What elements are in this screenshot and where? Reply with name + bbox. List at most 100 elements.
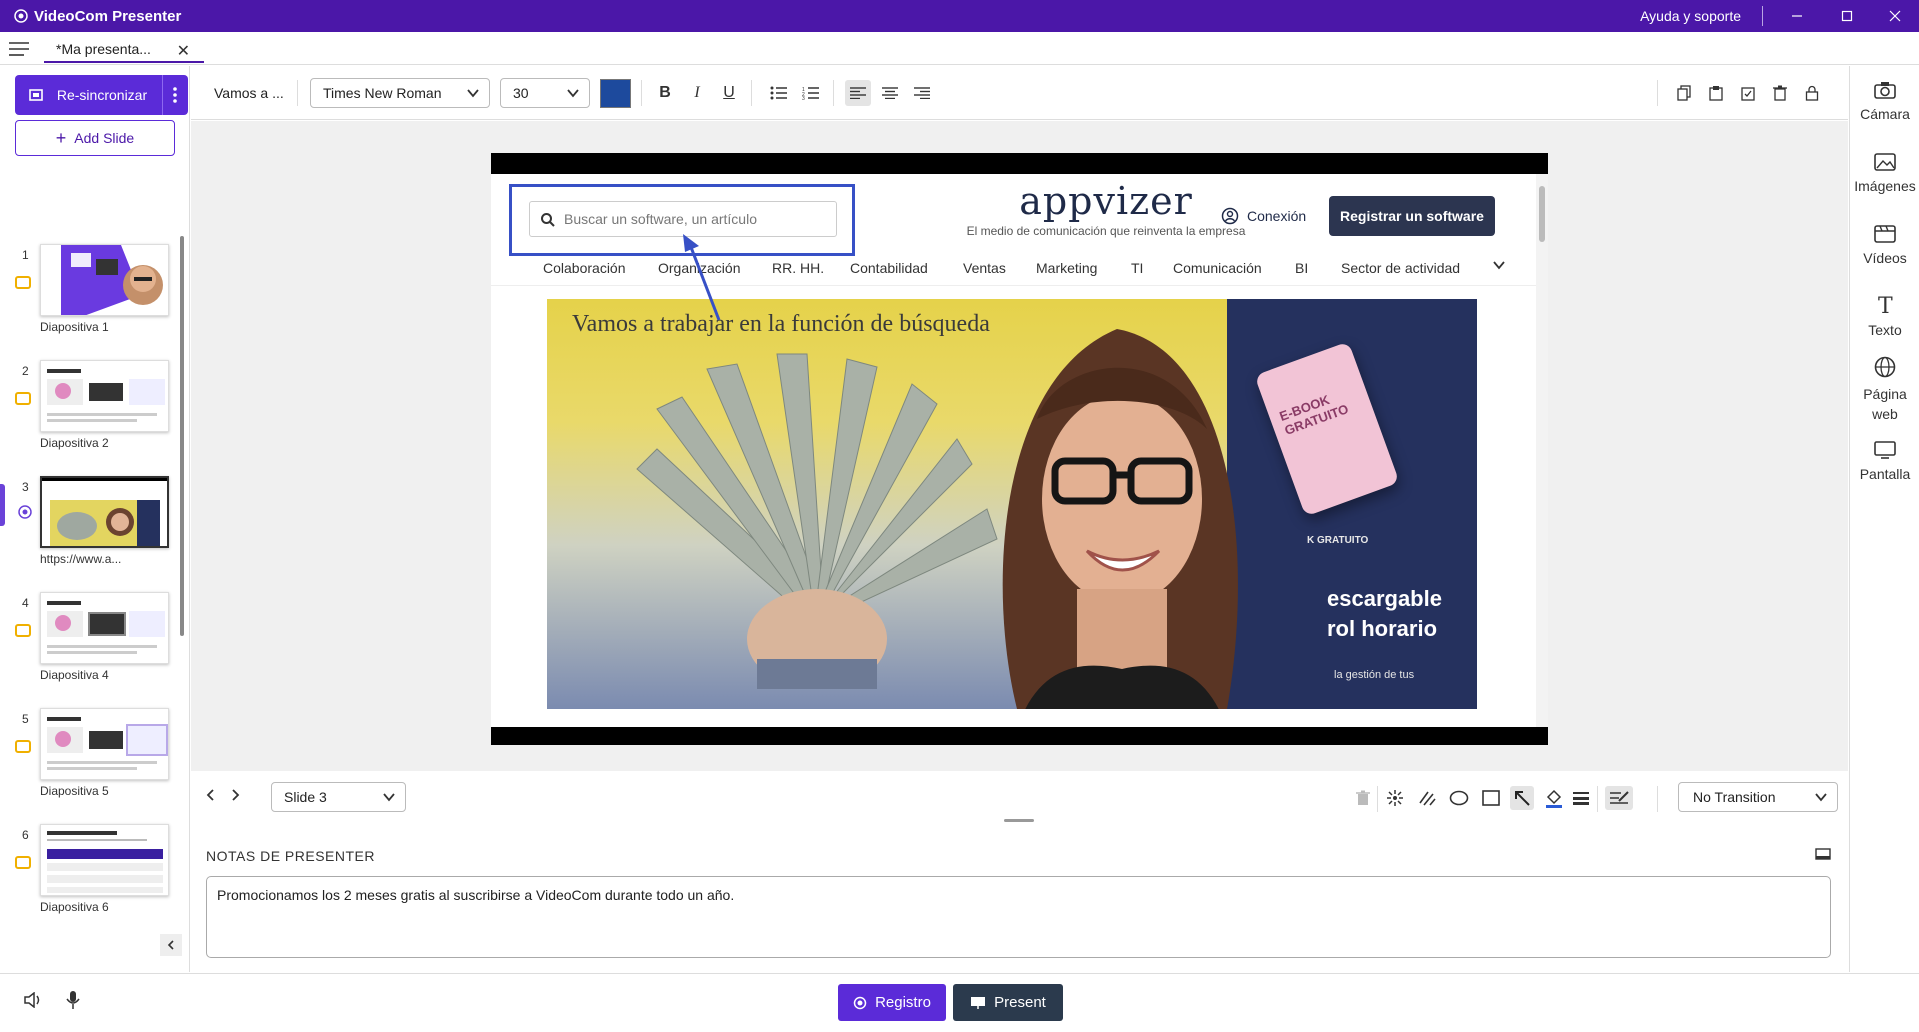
ellipse-tool[interactable] <box>1447 786 1471 810</box>
paste-button[interactable] <box>1703 80 1729 106</box>
nav-item[interactable]: Colaboración <box>543 260 626 276</box>
lock-button[interactable] <box>1799 80 1825 106</box>
login-label: Conexión <box>1247 208 1307 224</box>
slide-thumbnail-2[interactable]: 2 Diapositiva 2 <box>0 360 182 472</box>
slide-thumbnail-6[interactable]: 6 Diapositiva 6 <box>0 824 182 920</box>
nav-item[interactable]: RR. HH. <box>772 260 824 276</box>
paste-icon <box>1709 86 1723 101</box>
app-logo-icon <box>14 9 28 23</box>
notes-textarea[interactable]: Promocionamos los 2 meses gratis al susc… <box>206 876 1831 958</box>
camera-item[interactable]: Cámara <box>1850 80 1919 122</box>
slide-thumbnail-1[interactable]: 1 Diapositiva 1 <box>0 244 182 356</box>
slide-name: Diapositiva 4 <box>40 668 109 682</box>
annotation-arrow[interactable] <box>681 234 741 324</box>
webpage-scroll-thumb[interactable] <box>1539 186 1545 242</box>
previous-slide-icon[interactable] <box>205 788 215 802</box>
slide-name: Diapositiva 6 <box>40 900 109 914</box>
fill-color-tool[interactable] <box>1542 786 1566 810</box>
font-size-select[interactable]: 30 <box>500 78 590 108</box>
presenter-notes: NOTAS DE PRESENTER Promocionamos los 2 m… <box>191 830 1848 972</box>
rectangle-tool[interactable] <box>1479 786 1503 810</box>
login-link[interactable]: Conexión <box>1221 207 1306 225</box>
more-options-icon[interactable] <box>168 85 182 105</box>
webpage-slide-icon <box>18 505 32 519</box>
maximize-button[interactable] <box>1823 0 1871 32</box>
camera-icon <box>1874 82 1896 99</box>
svg-text:3: 3 <box>802 96 805 100</box>
collapse-sidebar-button[interactable] <box>160 934 182 956</box>
nav-item[interactable]: Sector de actividad <box>1341 260 1460 276</box>
next-slide-icon[interactable] <box>231 788 241 802</box>
text-item[interactable]: T Texto <box>1850 294 1919 338</box>
speaker-icon[interactable] <box>24 992 42 1008</box>
chevron-down-icon[interactable] <box>1493 260 1505 270</box>
underline-button[interactable]: U <box>716 80 742 106</box>
slide-select[interactable]: Slide 3 <box>271 782 406 812</box>
help-support-link[interactable]: Ayuda y soporte <box>1640 8 1741 24</box>
present-button[interactable]: Present <box>953 984 1063 1021</box>
close-tab-icon[interactable]: ✕ <box>177 41 190 61</box>
hamburger-menu-icon[interactable] <box>8 40 30 58</box>
maximize-icon <box>1841 10 1853 22</box>
arrow-tool[interactable] <box>1510 786 1534 810</box>
slide-list-scrollbar[interactable] <box>180 236 184 636</box>
microphone-icon[interactable] <box>66 990 80 1010</box>
align-left-button[interactable] <box>845 80 871 106</box>
bold-button[interactable]: B <box>652 80 678 106</box>
slide-canvas[interactable]: Buscar un software, un artículo appvizer… <box>491 153 1548 745</box>
tab-presentation[interactable]: *Ma presenta... ✕ <box>44 36 204 63</box>
add-slide-button[interactable]: + Add Slide <box>15 120 175 156</box>
freehand-tool[interactable] <box>1415 786 1439 810</box>
nav-item[interactable]: TI <box>1131 260 1143 276</box>
nav-item[interactable]: Contabilidad <box>850 260 928 276</box>
record-label: Registro <box>875 994 931 1011</box>
resize-handle[interactable] <box>1004 819 1034 822</box>
hero-title[interactable]: Vamos a trabajar en la función de búsque… <box>572 311 990 338</box>
screen-item[interactable]: Pantalla <box>1850 440 1919 482</box>
text-color-swatch[interactable] <box>600 79 631 108</box>
appvizer-logo[interactable]: appvizer <box>956 179 1256 223</box>
ebook-label: E-BOOK GRATUITO <box>1277 392 1351 438</box>
notes-window-icon[interactable] <box>1815 848 1831 862</box>
record-button[interactable]: Registro <box>838 984 946 1021</box>
slide-thumbnail-3[interactable]: 3 https://www.a... <box>0 476 182 588</box>
slide-thumbnail-5[interactable]: 5 Diapositiva 5 <box>0 708 182 820</box>
active-slide-marker <box>0 484 5 526</box>
edit-notes-toggle[interactable] <box>1605 786 1633 810</box>
register-software-button[interactable]: Registrar un software <box>1329 196 1495 236</box>
slide-thumbnail-4[interactable]: 4 Diapositiva 4 <box>0 592 182 704</box>
webpage-scrollbar[interactable] <box>1536 174 1548 727</box>
delete-annotation-button[interactable] <box>1351 786 1375 810</box>
slide-1-preview-art <box>41 245 168 315</box>
text-label: Texto <box>1868 322 1902 338</box>
toolbar-separator <box>641 80 642 106</box>
font-family-select[interactable]: Times New Roman <box>310 78 490 108</box>
transition-select[interactable]: No Transition <box>1678 782 1838 812</box>
nav-item[interactable]: Marketing <box>1036 260 1097 276</box>
paste-style-button[interactable] <box>1735 80 1761 106</box>
delete-element-button[interactable] <box>1767 80 1793 106</box>
toolbar-separator <box>297 80 298 106</box>
bullet-list-button[interactable] <box>766 80 792 106</box>
videos-item[interactable]: Vídeos <box>1850 224 1919 266</box>
freehand-draw-icon <box>1419 791 1436 806</box>
nav-item[interactable]: Ventas <box>963 260 1006 276</box>
selected-text-preview[interactable]: Vamos a ... <box>214 85 284 101</box>
align-center-button[interactable] <box>877 80 903 106</box>
line-width-tool[interactable] <box>1569 786 1593 810</box>
copy-button[interactable] <box>1671 80 1697 106</box>
align-right-button[interactable] <box>909 80 935 106</box>
nav-item[interactable]: BI <box>1295 260 1308 276</box>
italic-button[interactable]: I <box>684 80 710 106</box>
webpage-item[interactable]: Página web <box>1850 356 1919 424</box>
resync-button[interactable]: Re-sincronizar <box>15 75 188 115</box>
nav-item[interactable]: Comunicación <box>1173 260 1262 276</box>
spotlight-tool[interactable] <box>1383 786 1407 810</box>
slide-number: 1 <box>22 248 29 262</box>
globe-icon <box>1874 356 1896 378</box>
minimize-button[interactable] <box>1773 0 1821 32</box>
images-item[interactable]: Imágenes <box>1850 152 1919 194</box>
close-window-button[interactable] <box>1871 0 1919 32</box>
numbered-list-button[interactable]: 123 <box>798 80 824 106</box>
embedded-webpage[interactable]: Buscar un software, un artículo appvizer… <box>491 174 1548 727</box>
